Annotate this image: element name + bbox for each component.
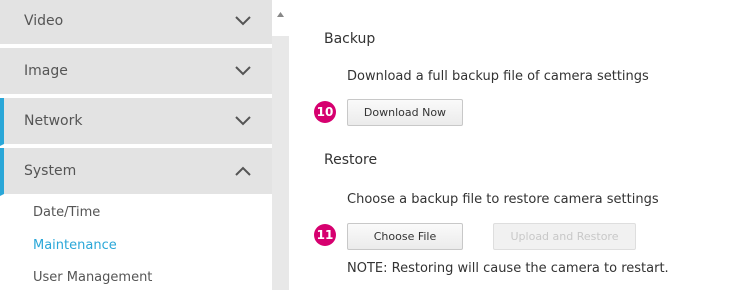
- nav-item-image[interactable]: Image: [0, 48, 272, 96]
- download-now-button[interactable]: Download Now: [347, 99, 463, 126]
- chevron-down-icon: [234, 114, 252, 128]
- sub-item-user-management[interactable]: User Management: [33, 270, 152, 285]
- nav-item-label: Network: [24, 113, 83, 129]
- upload-and-restore-button[interactable]: Upload and Restore: [493, 223, 636, 250]
- chevron-down-icon: [234, 14, 252, 28]
- scroll-up-arrow-icon[interactable]: [272, 0, 289, 36]
- nav-item-network[interactable]: Network: [0, 98, 272, 146]
- nav-item-label: Video: [24, 13, 64, 29]
- backup-title: Backup: [324, 31, 376, 47]
- nav-item-video[interactable]: Video: [0, 0, 272, 46]
- restore-note: NOTE: Restoring will cause the camera to…: [347, 261, 669, 276]
- choose-file-button[interactable]: Choose File: [347, 223, 463, 250]
- sub-item-maintenance[interactable]: Maintenance: [33, 238, 117, 253]
- sub-item-date-time[interactable]: Date/Time: [33, 205, 100, 220]
- restore-description: Choose a backup file to restore camera s…: [347, 192, 659, 207]
- scrollbar[interactable]: [272, 0, 289, 290]
- chevron-up-icon: [234, 164, 252, 178]
- nav-item-label: Image: [24, 63, 68, 79]
- step-marker-11: 11: [314, 224, 336, 246]
- step-marker-10: 10: [314, 101, 336, 123]
- backup-description: Download a full backup file of camera se…: [347, 69, 649, 84]
- nav-item-system[interactable]: System: [0, 148, 272, 196]
- sidebar: Video Image Network System Date/Time Mai…: [0, 0, 272, 290]
- chevron-down-icon: [234, 64, 252, 78]
- nav-item-label: System: [24, 163, 77, 179]
- main-content: Backup Download a full backup file of ca…: [289, 0, 735, 290]
- restore-title: Restore: [324, 152, 378, 168]
